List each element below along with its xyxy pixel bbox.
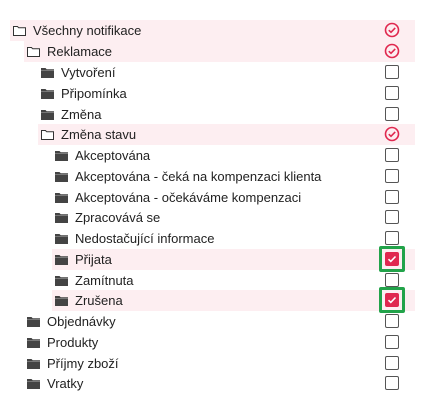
tree-label: Připomínka: [61, 86, 127, 101]
checkbox-box: [385, 356, 399, 370]
tree-row-vratky[interactable]: Vratky: [24, 373, 415, 394]
tree-label: Akceptována - čeká na kompenzaci klienta: [75, 169, 322, 184]
zmena-stavu-checkbox[interactable]: [384, 126, 400, 142]
tree-row-akceptovana[interactable]: Akceptována: [52, 145, 415, 166]
checkbox-box: [385, 293, 399, 307]
tree-row-akceptovana-ceka[interactable]: Akceptována - čeká na kompenzaci klienta: [52, 166, 415, 187]
tree-label: Reklamace: [47, 44, 113, 59]
tree-row-produkty[interactable]: Produkty: [24, 332, 415, 353]
zamitnuta-checkbox[interactable]: [384, 272, 400, 288]
tree-label: Všechny notifikace: [33, 23, 142, 38]
checkbox-box: [385, 376, 399, 390]
folder-icon: [41, 88, 55, 100]
select-all-checkbox[interactable]: [384, 22, 400, 38]
checkbox-box: [385, 273, 399, 287]
folder-open-icon: [13, 25, 27, 37]
pripominka-checkbox[interactable]: [384, 85, 400, 101]
folder-icon: [27, 316, 41, 328]
folder-icon: [55, 171, 69, 183]
folder-icon: [27, 337, 41, 349]
tree-label: Změna stavu: [61, 127, 137, 142]
tree-row-nedostacujici[interactable]: Nedostačující informace: [52, 228, 415, 249]
prijata-checkbox[interactable]: [379, 246, 405, 272]
checkmark-icon: [387, 255, 397, 263]
checkbox-box: [385, 335, 399, 349]
zrusena-checkbox[interactable]: [379, 287, 405, 313]
folder-open-icon: [27, 46, 41, 58]
checkbox-box: [385, 231, 399, 245]
tree-label: Přijata: [75, 252, 112, 267]
folder-icon: [55, 192, 69, 204]
zmena-checkbox[interactable]: [384, 106, 400, 122]
tree-label: Objednávky: [47, 314, 116, 329]
tree-label: Příjmy zboží: [47, 356, 119, 371]
checkbox-box: [385, 314, 399, 328]
tree-row-vytvoreni[interactable]: Vytvoření: [38, 62, 415, 83]
checkbox-box: [385, 65, 399, 79]
folder-icon: [41, 109, 55, 121]
checkbox-box: [385, 210, 399, 224]
tree-row-zrusena[interactable]: Zrušena: [52, 290, 415, 311]
tree-row-akceptovana-ocekavame[interactable]: Akceptována - očekáváme kompenzaci: [52, 187, 415, 208]
akceptovana-ceka-checkbox[interactable]: [384, 168, 400, 184]
circle-check-icon: [384, 126, 400, 142]
tree-label: Akceptována: [75, 148, 151, 163]
produkty-checkbox[interactable]: [384, 334, 400, 350]
tree-row-prijmy-zbozi[interactable]: Příjmy zboží: [24, 353, 415, 374]
tree-row-reklamace[interactable]: Reklamace: [24, 41, 415, 62]
vytvoreni-checkbox[interactable]: [384, 64, 400, 80]
tree-label: Změna: [61, 107, 102, 122]
tree-row-pripominka[interactable]: Připomínka: [38, 83, 415, 104]
folder-icon: [55, 254, 69, 266]
folder-icon: [55, 212, 69, 224]
folder-open-icon: [41, 129, 55, 141]
checkbox-box: [385, 107, 399, 121]
akceptovana-checkbox[interactable]: [384, 147, 400, 163]
checkbox-box: [385, 86, 399, 100]
tree-row-zmena[interactable]: Změna: [38, 104, 415, 125]
zpracovava-checkbox[interactable]: [384, 209, 400, 225]
circle-check-icon: [384, 22, 400, 38]
tree-row-objednavky[interactable]: Objednávky: [24, 311, 415, 332]
folder-icon: [55, 295, 69, 307]
tree-row-all-notifications[interactable]: Všechny notifikace: [10, 20, 415, 41]
tree-label: Vytvoření: [61, 65, 116, 80]
folder-icon: [55, 150, 69, 162]
tree-label: Produkty: [47, 335, 99, 350]
tree-label: Vratky: [47, 376, 84, 391]
tree-row-prijata[interactable]: Přijata: [52, 249, 415, 270]
objednavky-checkbox[interactable]: [384, 313, 400, 329]
reklamace-checkbox[interactable]: [384, 43, 400, 59]
checkbox-box: [385, 190, 399, 204]
tree-label: Akceptována - očekáváme kompenzaci: [75, 190, 302, 205]
tree-row-zamitnuta[interactable]: Zamítnuta: [52, 270, 415, 291]
prijmy-zbozi-checkbox[interactable]: [384, 355, 400, 371]
folder-icon: [55, 275, 69, 287]
tree-label: Zrušena: [75, 293, 123, 308]
tree-label: Zpracovává se: [75, 210, 161, 225]
checkbox-box: [385, 169, 399, 183]
tree-row-zmena-stavu[interactable]: Změna stavu: [38, 124, 415, 145]
circle-check-icon: [384, 43, 400, 59]
checkbox-box: [385, 252, 399, 266]
nedostacujici-checkbox[interactable]: [384, 230, 400, 246]
vratky-checkbox[interactable]: [384, 375, 400, 391]
tree-label: Nedostačující informace: [75, 231, 215, 246]
checkbox-box: [385, 148, 399, 162]
checkmark-icon: [387, 296, 397, 304]
folder-icon: [55, 233, 69, 245]
folder-icon: [27, 378, 41, 390]
folder-icon: [41, 67, 55, 79]
folder-icon: [27, 358, 41, 370]
tree-row-zpracovava[interactable]: Zpracovává se: [52, 207, 415, 228]
akceptovana-ocekavame-checkbox[interactable]: [384, 189, 400, 205]
tree-label: Zamítnuta: [75, 273, 134, 288]
